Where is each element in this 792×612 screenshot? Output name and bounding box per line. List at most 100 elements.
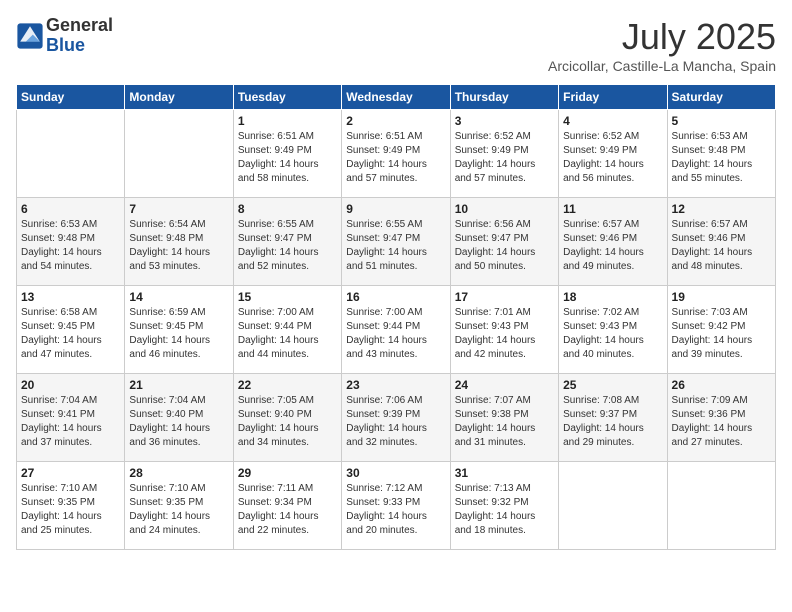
- sunset-text: Sunset: 9:42 PM: [672, 321, 746, 332]
- sunset-text: Sunset: 9:39 PM: [346, 409, 420, 420]
- sunset-text: Sunset: 9:48 PM: [672, 145, 746, 156]
- sunrise-text: Sunrise: 6:54 AM: [129, 219, 205, 230]
- day-number: 12: [672, 202, 771, 216]
- calendar-day-cell: [125, 110, 233, 198]
- sunrise-text: Sunrise: 7:00 AM: [238, 307, 314, 318]
- calendar-day-cell: 12 Sunrise: 6:57 AM Sunset: 9:46 PM Dayl…: [667, 198, 775, 286]
- sunset-text: Sunset: 9:40 PM: [129, 409, 203, 420]
- sunrise-text: Sunrise: 7:02 AM: [563, 307, 639, 318]
- weekday-header-row: SundayMondayTuesdayWednesdayThursdayFrid…: [17, 85, 776, 110]
- sunrise-text: Sunrise: 7:11 AM: [238, 483, 313, 494]
- day-number: 2: [346, 114, 445, 128]
- day-info: Sunrise: 7:05 AM Sunset: 9:40 PM Dayligh…: [238, 394, 337, 450]
- day-number: 23: [346, 378, 445, 392]
- daylight-text: Daylight: 14 hours and 25 minutes.: [21, 511, 102, 536]
- day-number: 22: [238, 378, 337, 392]
- calendar-week-row: 13 Sunrise: 6:58 AM Sunset: 9:45 PM Dayl…: [17, 286, 776, 374]
- logo-general: General Blue: [46, 16, 113, 56]
- month-year: July 2025: [548, 16, 776, 58]
- daylight-text: Daylight: 14 hours and 20 minutes.: [346, 511, 427, 536]
- calendar-day-cell: 28 Sunrise: 7:10 AM Sunset: 9:35 PM Dayl…: [125, 462, 233, 550]
- sunrise-text: Sunrise: 6:53 AM: [21, 219, 97, 230]
- calendar-day-cell: 23 Sunrise: 7:06 AM Sunset: 9:39 PM Dayl…: [342, 374, 450, 462]
- sunrise-text: Sunrise: 6:55 AM: [346, 219, 422, 230]
- daylight-text: Daylight: 14 hours and 42 minutes.: [455, 335, 536, 360]
- day-info: Sunrise: 6:51 AM Sunset: 9:49 PM Dayligh…: [346, 130, 445, 186]
- sunrise-text: Sunrise: 6:51 AM: [346, 131, 422, 142]
- sunset-text: Sunset: 9:44 PM: [346, 321, 420, 332]
- day-info: Sunrise: 7:00 AM Sunset: 9:44 PM Dayligh…: [346, 306, 445, 362]
- daylight-text: Daylight: 14 hours and 47 minutes.: [21, 335, 102, 360]
- day-number: 17: [455, 290, 554, 304]
- calendar-table: SundayMondayTuesdayWednesdayThursdayFrid…: [16, 84, 776, 550]
- weekday-header: Sunday: [17, 85, 125, 110]
- sunrise-text: Sunrise: 7:04 AM: [129, 395, 205, 406]
- calendar-day-cell: 24 Sunrise: 7:07 AM Sunset: 9:38 PM Dayl…: [450, 374, 558, 462]
- sunrise-text: Sunrise: 6:57 AM: [672, 219, 748, 230]
- sunrise-text: Sunrise: 7:07 AM: [455, 395, 531, 406]
- day-number: 29: [238, 466, 337, 480]
- sunset-text: Sunset: 9:40 PM: [238, 409, 312, 420]
- day-info: Sunrise: 6:53 AM Sunset: 9:48 PM Dayligh…: [672, 130, 771, 186]
- day-info: Sunrise: 7:10 AM Sunset: 9:35 PM Dayligh…: [129, 482, 228, 538]
- day-info: Sunrise: 6:59 AM Sunset: 9:45 PM Dayligh…: [129, 306, 228, 362]
- day-info: Sunrise: 7:04 AM Sunset: 9:41 PM Dayligh…: [21, 394, 120, 450]
- daylight-text: Daylight: 14 hours and 56 minutes.: [563, 159, 644, 184]
- calendar-day-cell: 27 Sunrise: 7:10 AM Sunset: 9:35 PM Dayl…: [17, 462, 125, 550]
- day-number: 30: [346, 466, 445, 480]
- calendar-day-cell: 8 Sunrise: 6:55 AM Sunset: 9:47 PM Dayli…: [233, 198, 341, 286]
- day-info: Sunrise: 6:57 AM Sunset: 9:46 PM Dayligh…: [672, 218, 771, 274]
- calendar-day-cell: 6 Sunrise: 6:53 AM Sunset: 9:48 PM Dayli…: [17, 198, 125, 286]
- weekday-header: Thursday: [450, 85, 558, 110]
- daylight-text: Daylight: 14 hours and 22 minutes.: [238, 511, 319, 536]
- sunrise-text: Sunrise: 6:56 AM: [455, 219, 531, 230]
- calendar-day-cell: 3 Sunrise: 6:52 AM Sunset: 9:49 PM Dayli…: [450, 110, 558, 198]
- daylight-text: Daylight: 14 hours and 40 minutes.: [563, 335, 644, 360]
- day-info: Sunrise: 7:00 AM Sunset: 9:44 PM Dayligh…: [238, 306, 337, 362]
- daylight-text: Daylight: 14 hours and 24 minutes.: [129, 511, 210, 536]
- weekday-header: Monday: [125, 85, 233, 110]
- sunrise-text: Sunrise: 7:04 AM: [21, 395, 97, 406]
- calendar-day-cell: [667, 462, 775, 550]
- sunset-text: Sunset: 9:47 PM: [238, 233, 312, 244]
- calendar-day-cell: 9 Sunrise: 6:55 AM Sunset: 9:47 PM Dayli…: [342, 198, 450, 286]
- sunrise-text: Sunrise: 7:08 AM: [563, 395, 639, 406]
- day-info: Sunrise: 7:08 AM Sunset: 9:37 PM Dayligh…: [563, 394, 662, 450]
- day-number: 16: [346, 290, 445, 304]
- calendar-day-cell: 7 Sunrise: 6:54 AM Sunset: 9:48 PM Dayli…: [125, 198, 233, 286]
- daylight-text: Daylight: 14 hours and 44 minutes.: [238, 335, 319, 360]
- sunrise-text: Sunrise: 6:51 AM: [238, 131, 314, 142]
- calendar-day-cell: 31 Sunrise: 7:13 AM Sunset: 9:32 PM Dayl…: [450, 462, 558, 550]
- sunrise-text: Sunrise: 7:06 AM: [346, 395, 422, 406]
- daylight-text: Daylight: 14 hours and 34 minutes.: [238, 423, 319, 448]
- calendar-day-cell: 19 Sunrise: 7:03 AM Sunset: 9:42 PM Dayl…: [667, 286, 775, 374]
- sunset-text: Sunset: 9:36 PM: [672, 409, 746, 420]
- daylight-text: Daylight: 14 hours and 52 minutes.: [238, 247, 319, 272]
- daylight-text: Daylight: 14 hours and 54 minutes.: [21, 247, 102, 272]
- sunset-text: Sunset: 9:47 PM: [455, 233, 529, 244]
- daylight-text: Daylight: 14 hours and 29 minutes.: [563, 423, 644, 448]
- day-number: 1: [238, 114, 337, 128]
- day-info: Sunrise: 6:53 AM Sunset: 9:48 PM Dayligh…: [21, 218, 120, 274]
- calendar-day-cell: 1 Sunrise: 6:51 AM Sunset: 9:49 PM Dayli…: [233, 110, 341, 198]
- sunset-text: Sunset: 9:41 PM: [21, 409, 95, 420]
- daylight-text: Daylight: 14 hours and 36 minutes.: [129, 423, 210, 448]
- sunrise-text: Sunrise: 7:01 AM: [455, 307, 531, 318]
- calendar-day-cell: 18 Sunrise: 7:02 AM Sunset: 9:43 PM Dayl…: [559, 286, 667, 374]
- day-info: Sunrise: 6:57 AM Sunset: 9:46 PM Dayligh…: [563, 218, 662, 274]
- day-info: Sunrise: 7:13 AM Sunset: 9:32 PM Dayligh…: [455, 482, 554, 538]
- calendar-day-cell: 4 Sunrise: 6:52 AM Sunset: 9:49 PM Dayli…: [559, 110, 667, 198]
- day-number: 8: [238, 202, 337, 216]
- calendar-day-cell: 29 Sunrise: 7:11 AM Sunset: 9:34 PM Dayl…: [233, 462, 341, 550]
- day-info: Sunrise: 7:02 AM Sunset: 9:43 PM Dayligh…: [563, 306, 662, 362]
- day-info: Sunrise: 6:52 AM Sunset: 9:49 PM Dayligh…: [563, 130, 662, 186]
- sunset-text: Sunset: 9:38 PM: [455, 409, 529, 420]
- calendar-week-row: 6 Sunrise: 6:53 AM Sunset: 9:48 PM Dayli…: [17, 198, 776, 286]
- day-number: 14: [129, 290, 228, 304]
- day-info: Sunrise: 7:04 AM Sunset: 9:40 PM Dayligh…: [129, 394, 228, 450]
- sunrise-text: Sunrise: 6:55 AM: [238, 219, 314, 230]
- calendar-day-cell: 26 Sunrise: 7:09 AM Sunset: 9:36 PM Dayl…: [667, 374, 775, 462]
- day-number: 15: [238, 290, 337, 304]
- sunrise-text: Sunrise: 7:13 AM: [455, 483, 531, 494]
- day-info: Sunrise: 6:55 AM Sunset: 9:47 PM Dayligh…: [346, 218, 445, 274]
